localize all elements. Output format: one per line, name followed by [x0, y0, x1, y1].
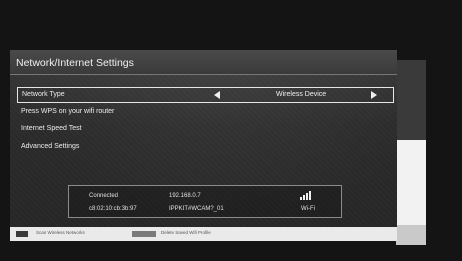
scan-key-icon [16, 231, 28, 237]
ssid-name: IPPKIT#WCAM?_01 [169, 206, 224, 212]
menu-item-speed-test[interactable]: Internet Speed Test [17, 121, 394, 137]
delete-key-icon [132, 231, 156, 237]
arrow-left-icon[interactable] [214, 91, 220, 99]
signal-bar-4 [309, 191, 311, 200]
mac-address: c8:02:10:cb:3b:97 [89, 206, 137, 212]
background-panel-light [396, 140, 426, 225]
connection-status-box: Connected c8:02:10:cb:3b:97 192.168.0.7 … [68, 185, 342, 218]
connection-type: Wi-Fi [301, 206, 315, 212]
scan-networks-label[interactable]: Scan Wireless Networks [36, 230, 85, 235]
signal-bar-3 [306, 193, 308, 200]
wifi-signal-icon [300, 191, 316, 200]
background-panel-bottom [396, 225, 426, 245]
menu-item-network-type[interactable]: Network Type Wireless Device [17, 87, 394, 103]
arrow-right-icon[interactable] [371, 91, 377, 99]
menu-item-advanced-settings[interactable]: Advanced Settings [17, 139, 394, 155]
delete-profile-label[interactable]: Delete Saved Wifi Profile [161, 230, 211, 235]
background-panel [396, 60, 426, 245]
network-type-label: Network Type [22, 91, 65, 98]
settings-menu: Network Type Wireless Device Press WPS o… [17, 87, 394, 156]
network-settings-dialog: Network/Internet Settings Network Type W… [10, 50, 397, 241]
signal-bar-2 [303, 195, 305, 200]
ip-address: 192.168.0.7 [169, 193, 201, 199]
network-type-value: Wireless Device [276, 91, 327, 98]
network-type-row: Network Type Wireless Device [18, 88, 393, 102]
signal-bar-1 [300, 197, 302, 200]
connection-state: Connected [89, 193, 119, 199]
menu-item-wps[interactable]: Press WPS on your wifi router [17, 104, 394, 120]
dialog-title: Network/Internet Settings [10, 50, 397, 75]
button-legend-bar: Scan Wireless Networks Delete Saved Wifi… [10, 227, 397, 241]
